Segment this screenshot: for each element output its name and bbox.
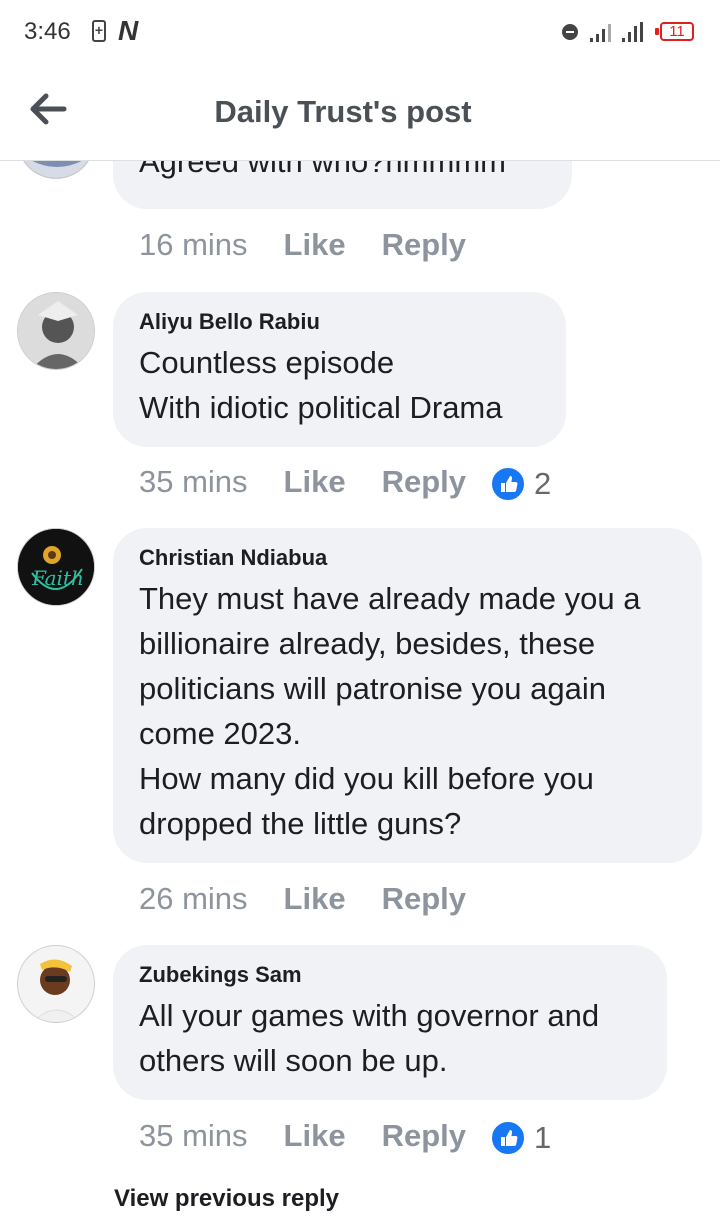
comment-text: Agreed with who?hmmmm [139,161,506,179]
comment-actions: 16 mins Like Reply [139,225,466,265]
like-reaction-icon [490,1119,526,1156]
battery-icon: 11 [660,22,694,41]
comment-text: Countless episode With idiotic political … [139,345,503,425]
comment-author[interactable]: Aliyu Bello Rabiu [139,308,540,336]
app-header: Daily Trust's post [0,64,720,161]
comment-author[interactable]: Christian Ndiabua [139,544,676,572]
comment-bubble: Christian Ndiabua They must have already… [113,528,702,863]
comment-text: They must have already made you a billion… [139,581,641,841]
reply-button[interactable]: Reply [382,462,466,502]
view-previous-reply-link[interactable]: View previous reply [114,1185,339,1213]
reaction-summary[interactable]: 1 [490,1118,551,1158]
comment-actions: 35 mins Like Reply 2 [139,462,551,502]
reply-button[interactable]: Reply [382,879,466,919]
comment-time: 35 mins [139,464,248,499]
comment-actions: 35 mins Like Reply 1 [139,1116,551,1156]
reply-button[interactable]: Reply [382,225,466,265]
comment-author[interactable]: Zubekings Sam [139,961,641,989]
avatar[interactable] [17,292,95,370]
signal-icon [590,22,616,42]
reaction-count: 1 [534,1119,552,1155]
battery-saver-icon: + [92,20,106,42]
comment-text: All your games with governor and others w… [139,998,600,1078]
like-button[interactable]: Like [284,225,346,265]
comment-bubble: Zubekings Sam All your games with govern… [113,945,667,1100]
comment-bubble: Aliyu Bello Rabiu Countless episode With … [113,292,566,447]
avatar[interactable]: Faith [17,528,95,606]
comment-time: 16 mins [139,227,248,262]
avatar[interactable] [17,945,95,1023]
signal-icon-2 [622,22,648,42]
comment-time: 35 mins [139,1118,248,1153]
clock: 3:46 [24,18,71,45]
battery-tip [655,28,659,35]
n-app-icon: N [118,15,139,46]
avatar[interactable] [17,161,95,179]
comments-list: Agreed with who?hmmmm 16 mins Like Reply A… [0,161,720,1217]
like-button[interactable]: Like [284,462,346,502]
page-title: Daily Trust's post [214,94,472,129]
status-bar: 3:46 + N 11 [0,0,720,64]
like-reaction-icon [490,465,526,502]
comment-actions: 26 mins Like Reply [139,879,466,919]
comment-bubble: Agreed with who?hmmmm [113,161,572,209]
like-button[interactable]: Like [284,879,346,919]
reply-button[interactable]: Reply [382,1116,466,1156]
comment-time: 26 mins [139,881,248,916]
reaction-count: 2 [534,465,552,501]
reaction-summary[interactable]: 2 [490,464,551,504]
do-not-disturb-icon [562,24,578,40]
like-button[interactable]: Like [284,1116,346,1156]
